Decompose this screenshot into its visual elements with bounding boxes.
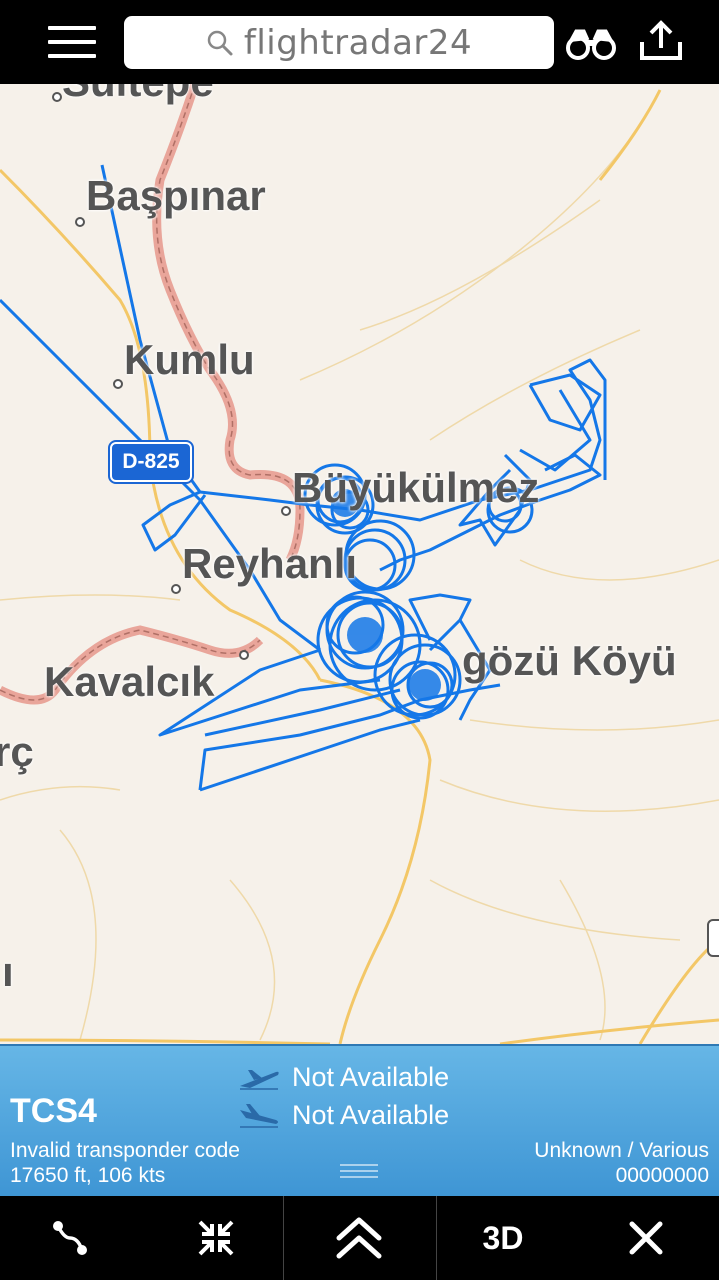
menu-button[interactable]: [46, 24, 98, 60]
aircraft-type: Unknown / Various: [534, 1139, 709, 1162]
map-label-baspinar: Başpınar: [86, 172, 266, 219]
road-badge-edge: [707, 919, 719, 957]
arrival-airport: Not Available: [292, 1100, 450, 1130]
map-label-arc: rç: [0, 728, 34, 775]
search-input[interactable]: flightradar24: [124, 16, 554, 69]
close-icon: [629, 1221, 663, 1255]
flight-callsign: TCS4: [10, 1092, 97, 1130]
route-icon: [53, 1221, 87, 1255]
top-bar: flightradar24: [0, 0, 719, 84]
menu-line: [48, 54, 96, 58]
search-placeholder: flightradar24: [243, 22, 473, 63]
collapse-button[interactable]: [176, 1196, 256, 1280]
arrival-plane-icon: [240, 1103, 278, 1128]
route-button[interactable]: [30, 1196, 110, 1280]
map-label-kumlu: Kumlu: [124, 336, 255, 383]
expand-button[interactable]: [318, 1196, 400, 1280]
share-icon[interactable]: [638, 18, 684, 64]
departure-airport: Not Available: [292, 1062, 450, 1092]
map-canvas: [0, 84, 719, 1044]
map-label-kavalcik: Kavalcık: [44, 658, 215, 705]
close-button[interactable]: [606, 1196, 686, 1280]
major-roads: [0, 89, 719, 1044]
altitude-speed: 17650 ft, 106 kts: [10, 1164, 166, 1187]
map-view[interactable]: Sultepe Başpınar Kumlu Büyükülmez Reyhan…: [0, 84, 719, 1044]
aircraft-registration: 00000000: [615, 1164, 709, 1187]
departure-plane-icon: [240, 1069, 279, 1090]
map-label-reyhanli: Reyhanlı: [182, 540, 358, 587]
map-label-gozu-koyu: gözü Köyü: [462, 637, 677, 684]
menu-line: [48, 40, 96, 44]
map-label-edge: ı: [2, 948, 14, 995]
departure-row: Not Available: [238, 1062, 449, 1093]
road-badge-d825: D-825: [108, 440, 194, 484]
collapse-icon: [198, 1220, 234, 1256]
3d-view-button[interactable]: 3D: [462, 1196, 544, 1280]
map-label-sultepe: Sultepe: [62, 84, 214, 106]
chevron-up-double-icon: [336, 1217, 382, 1259]
search-icon: [207, 30, 233, 55]
squawk-status: Invalid transponder code: [10, 1139, 240, 1162]
drag-handle[interactable]: [340, 1164, 378, 1182]
binoculars-icon[interactable]: [566, 26, 616, 62]
minor-roads: [0, 89, 719, 1041]
toolbar-divider: [283, 1196, 284, 1280]
3d-label: 3D: [482, 1219, 524, 1256]
arrival-row: Not Available: [238, 1100, 449, 1131]
map-label-bukulmez: Büyükülmez: [292, 464, 540, 511]
flight-info-panel[interactable]: TCS4 Not Available Not Available Invalid…: [0, 1044, 719, 1198]
bottom-toolbar: 3D: [0, 1196, 719, 1280]
hamburger-menu-icon: [48, 26, 96, 30]
toolbar-divider: [436, 1196, 437, 1280]
